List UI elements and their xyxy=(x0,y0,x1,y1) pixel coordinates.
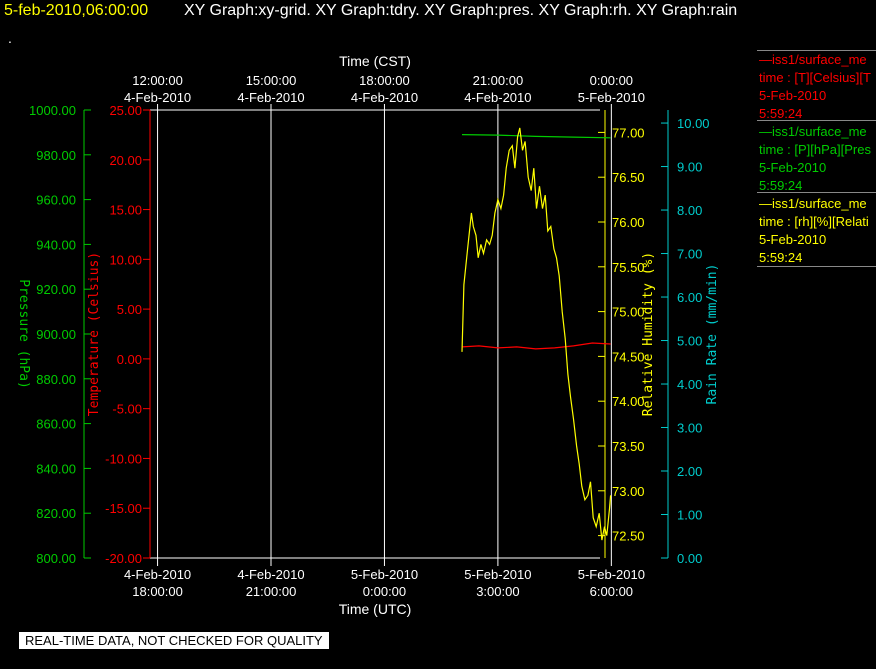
rain-tick-label: 2.00 xyxy=(677,464,702,479)
x-tick-label-cst-time: 21:00:00 xyxy=(473,73,524,88)
humidity-tick-label: 75.50 xyxy=(612,260,645,275)
legend-entry-title: —iss1/surface_me xyxy=(759,124,867,139)
x-tick-label-cst-date: 4-Feb-2010 xyxy=(464,90,531,105)
x-tick-label-utc-time: 0:00:00 xyxy=(363,584,406,599)
rain-tick-label: 3.00 xyxy=(677,421,702,436)
legend-entry-date: 5-Feb-2010 xyxy=(759,160,827,175)
legend-entry-desc: time : [P][hPa][Pres xyxy=(759,142,871,157)
legend-separator xyxy=(757,192,876,193)
legend-entry-date: 5-Feb-2010 xyxy=(759,232,827,247)
legend-entry-time: 5:59:24 xyxy=(759,250,803,265)
rain-tick-label: 7.00 xyxy=(677,247,702,262)
x-axis-title-bottom: Time (UTC) xyxy=(339,601,412,617)
rain-axis-title: Rain Rate (mm/min) xyxy=(705,264,720,405)
x-axis-title-top: Time (CST) xyxy=(339,53,411,69)
humidity-tick-label: 73.50 xyxy=(612,439,645,454)
temperature-series-line xyxy=(461,342,611,350)
rain-tick-label: 6.00 xyxy=(677,290,702,305)
legend-entry-date: 5-Feb-2010 xyxy=(759,88,827,103)
xy-graph: 4-Feb-2010 18:00:00 4-Feb-2010 21:00:00 5-Fe… xyxy=(16,53,720,617)
rain-tick-label: 0.00 xyxy=(677,551,702,566)
temperature-tick-label: -20.00 xyxy=(105,551,142,566)
humidity-tick-label: 77.00 xyxy=(612,125,645,140)
temperature-axis-title: Temperature (Celsius) xyxy=(87,252,102,416)
pressure-axis-title: Pressure (hPa) xyxy=(16,279,31,389)
humidity-tick-label: 75.00 xyxy=(612,305,645,320)
x-tick-label-utc-date: 4-Feb-2010 xyxy=(124,567,191,582)
pressure-tick-label: 980.00 xyxy=(36,148,76,163)
x-tick-label-utc-date: 5-Feb-2010 xyxy=(578,567,645,582)
temperature-tick-label: 10.00 xyxy=(109,252,142,267)
x-tick-label-cst-time: 15:00:00 xyxy=(246,73,297,88)
pressure-series-line xyxy=(461,134,611,139)
temperature-tick-label: 5.00 xyxy=(117,302,142,317)
pressure-tick-label: 800.00 xyxy=(36,551,76,566)
x-tick-label-cst-date: 4-Feb-2010 xyxy=(351,90,418,105)
pressure-tick-label: 880.00 xyxy=(36,372,76,387)
rain-tick-label: 1.00 xyxy=(677,508,702,523)
rain-tick-label: 5.00 xyxy=(677,334,702,349)
temperature-tick-label: -10.00 xyxy=(105,451,142,466)
humidity-tick-label: 76.00 xyxy=(612,215,645,230)
x-tick-label-utc-time: 21:00:00 xyxy=(246,584,297,599)
x-tick-label-cst-date: 4-Feb-2010 xyxy=(237,90,304,105)
temperature-tick-label: 0.00 xyxy=(117,352,142,367)
x-tick-label-utc-time: 3:00:00 xyxy=(476,584,519,599)
humidity-tick-label: 72.50 xyxy=(612,529,645,544)
temperature-tick-label: 20.00 xyxy=(109,153,142,168)
temperature-tick-label: 15.00 xyxy=(109,203,142,218)
x-tick-label-utc-date: 4-Feb-2010 xyxy=(237,567,304,582)
temperature-tick-label: 25.00 xyxy=(109,103,142,118)
humidity-tick-label: 76.50 xyxy=(612,170,645,185)
rain-tick-label: 4.00 xyxy=(677,377,702,392)
humidity-series-line xyxy=(461,127,612,541)
pressure-tick-label: 920.00 xyxy=(36,282,76,297)
rain-tick-label: 10.00 xyxy=(677,116,710,131)
legend-separator xyxy=(757,50,876,51)
x-tick-label-utc-date: 5-Feb-2010 xyxy=(464,567,531,582)
humidity-tick-label: 74.00 xyxy=(612,394,645,409)
x-tick-label-utc-time: 18:00:00 xyxy=(132,584,183,599)
x-tick-label-cst-date: 5-Feb-2010 xyxy=(578,90,645,105)
rain-tick-label: 9.00 xyxy=(677,160,702,175)
pressure-tick-label: 1000.00 xyxy=(29,103,76,118)
legend-separator xyxy=(757,120,876,121)
x-tick-label-cst-time: 0:00:00 xyxy=(590,73,633,88)
legend-entry-time: 5:59:24 xyxy=(759,178,803,193)
legend-entry-title: —iss1/surface_me xyxy=(759,196,867,211)
legend-entry-desc: time : [T][Celsius][T xyxy=(759,70,871,85)
pressure-tick-label: 960.00 xyxy=(36,193,76,208)
rain-tick-label: 8.00 xyxy=(677,203,702,218)
humidity-axis-title: Relative Humidity (%) xyxy=(641,252,656,416)
pressure-tick-label: 820.00 xyxy=(36,506,76,521)
humidity-tick-label: 73.00 xyxy=(612,484,645,499)
pressure-tick-label: 860.00 xyxy=(36,417,76,432)
quality-notice: REAL-TIME DATA, NOT CHECKED FOR QUALITY xyxy=(19,632,329,649)
humidity-tick-label: 74.50 xyxy=(612,349,645,364)
pressure-tick-label: 840.00 xyxy=(36,461,76,476)
x-tick-label-cst-time: 12:00:00 xyxy=(132,73,183,88)
x-tick-label-utc-date: 5-Feb-2010 xyxy=(351,567,418,582)
temperature-tick-label: -5.00 xyxy=(112,402,142,417)
legend-entry-time: 5:59:24 xyxy=(759,106,803,121)
x-tick-label-utc-time: 6:00:00 xyxy=(590,584,633,599)
legend-entry-desc: time : [rh][%][Relati xyxy=(759,214,869,229)
x-tick-label-cst-time: 18:00:00 xyxy=(359,73,410,88)
legend-separator xyxy=(757,266,876,267)
pressure-tick-label: 940.00 xyxy=(36,237,76,252)
temperature-tick-label: -15.00 xyxy=(105,501,142,516)
legend-entry-title: —iss1/surface_me xyxy=(759,52,867,67)
pressure-tick-label: 900.00 xyxy=(36,327,76,342)
